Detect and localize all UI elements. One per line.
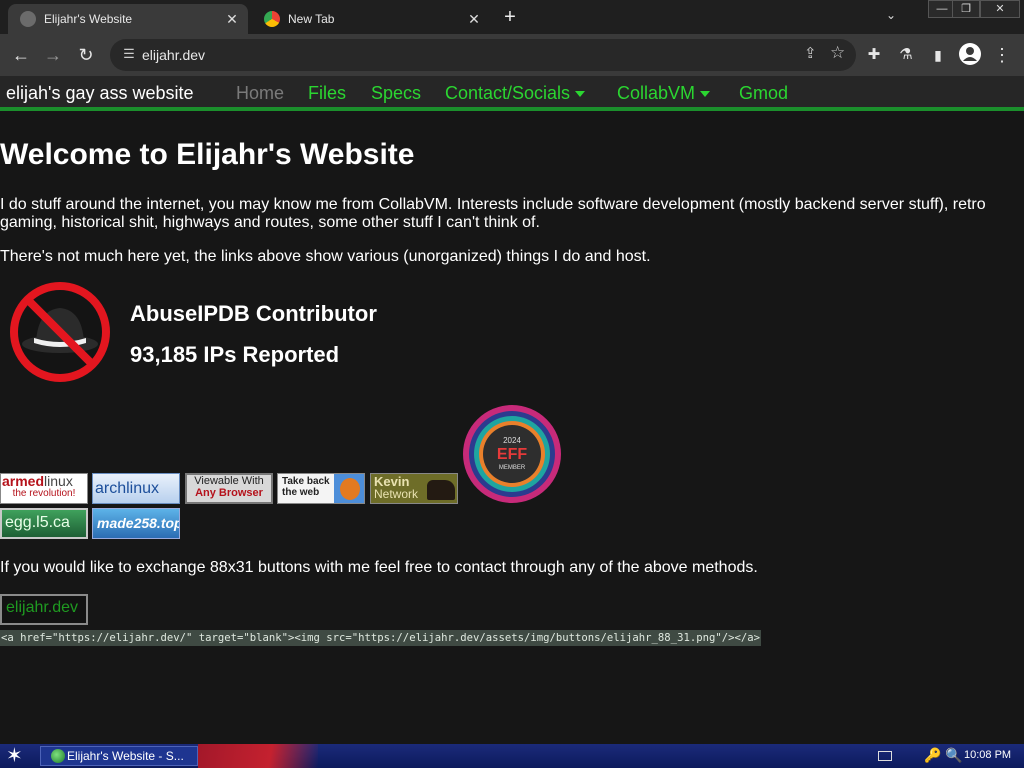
close-window-button[interactable]: ✕ [980,0,1020,18]
back-icon[interactable]: ← [9,43,33,67]
profile-avatar-icon[interactable] [958,43,982,67]
armedlinux-button[interactable]: armedlinux the revolution! [0,473,88,504]
close-tab-icon[interactable]: ✕ [464,11,484,28]
side-panel-icon[interactable]: ▮ [926,43,950,67]
tab-title: Elijahr's Website [44,12,133,26]
url-text[interactable]: elijahr.dev [142,47,205,63]
nav-contact-socials[interactable]: Contact/Socials [445,83,586,104]
egg-l5-button[interactable]: egg.l5.ca [0,508,88,539]
viewable-any-browser-button[interactable]: Viewable With Any Browser [185,473,273,504]
start-button[interactable]: ✶ [6,745,23,767]
taskbar: ✶ Elijahr's Website - S... 🔑 🔍 10:08 PM [0,744,1024,768]
nav-collabvm-label: CollabVM [617,83,696,103]
forward-icon[interactable]: → [41,43,65,67]
chevron-down-icon [575,91,586,98]
made258-button[interactable]: made258.top [92,508,180,539]
keyboard-icon[interactable] [878,751,892,761]
nav-collabvm[interactable]: CollabVM [617,83,711,104]
page-title: Welcome to Elijahr's Website [0,138,415,171]
share-icon[interactable]: ⇪ [804,44,817,62]
kevin-network-button[interactable]: Kevin Network [370,473,458,504]
archlinux-button[interactable]: archlinux [92,473,180,504]
intro-line-1: I do stuff around the internet, you may … [0,196,986,213]
chrome-icon [51,749,65,763]
site-brand[interactable]: elijah's gay ass website [6,83,194,104]
taskbar-item-browser[interactable]: Elijahr's Website - S... [40,746,198,766]
close-tab-icon[interactable]: ✕ [222,11,242,28]
button-exchange-text: If you would like to exchange 88x31 butt… [0,559,758,576]
eff-year: 2024 [503,436,521,445]
tab-new-tab[interactable]: New Tab ✕ [252,4,490,34]
nav-contact-label: Contact/Socials [445,83,571,103]
globe-icon [20,11,36,27]
restore-button[interactable]: ❐ [952,0,980,18]
tab-elijahrs-website[interactable]: Elijahr's Website ✕ [8,4,248,34]
firefox-icon [340,478,360,500]
site-info-icon[interactable]: ☰ [120,46,138,64]
nav-home[interactable]: Home [236,83,284,104]
viewable-bottom-text: Any Browser [195,487,263,499]
abuseipdb-count: 93,185 IPs Reported [130,342,340,367]
made-text: made258.top [97,515,180,531]
intro-paragraph-2: There's not much here yet, the links abo… [0,248,651,265]
labs-icon[interactable]: ⚗ [894,43,918,67]
bookmark-star-icon[interactable]: ☆ [830,43,845,63]
chevron-down-icon [700,91,711,98]
chrome-icon [264,11,280,27]
extensions-icon[interactable]: ✚ [862,43,886,67]
browser-toolbar: ← → ↻ ☰ elijahr.dev ⇪ ☆ ✚ ⚗ ▮ ⋮ [0,34,1024,76]
clock[interactable]: 10:08 PM [964,749,1011,761]
new-tab-button[interactable]: + [498,6,522,30]
horse-icon [427,480,455,500]
reload-icon[interactable]: ↻ [74,43,98,67]
take-back-the-web-button[interactable]: Take back the web [277,473,365,504]
intro-line-2: gaming, historical shit, highways and ro… [0,214,540,231]
tray-icons[interactable]: 🔑 🔍 [924,747,963,764]
nav-gmod[interactable]: Gmod [739,83,788,104]
arch-text: archlinux [95,480,160,497]
address-bar[interactable]: ☰ elijahr.dev ⇪ ☆ [110,39,856,71]
tab-strip: Elijahr's Website ✕ New Tab ✕ + ⌄ — ❐ ✕ [0,0,1024,34]
abuseipdb-logo-icon[interactable] [8,280,112,384]
eff-name: EFF [497,446,527,463]
elijahr-88x31-button[interactable]: elijahr.dev [0,594,88,625]
nav-files[interactable]: Files [308,83,346,104]
eff-member-badge[interactable]: 2024 EFF MEMBER [461,403,563,505]
taskbar-decoration [198,744,318,768]
web-page: elijah's gay ass website Home Files Spec… [0,76,1024,744]
taskbar-item-label: Elijahr's Website - S... [67,749,184,763]
armed-brand-text: armed [2,473,45,489]
armed-linux-text: linux [44,473,73,489]
eff-member-label: MEMBER [499,465,526,471]
abuseipdb-title: AbuseIPDB Contributor [130,301,377,326]
viewable-top-text: Viewable With [194,475,264,487]
button-embed-code[interactable]: <a href="https://elijahr.dev/" target="b… [0,630,761,646]
nav-specs[interactable]: Specs [371,83,421,104]
tab-search-icon[interactable]: ⌄ [886,8,896,22]
site-navbar: elijah's gay ass website Home Files Spec… [0,76,1024,111]
egg-text: egg.l5.ca [5,514,70,531]
armed-tagline: the revolution! [12,488,76,499]
tab-title: New Tab [288,12,335,26]
menu-icon[interactable]: ⋮ [990,43,1014,67]
